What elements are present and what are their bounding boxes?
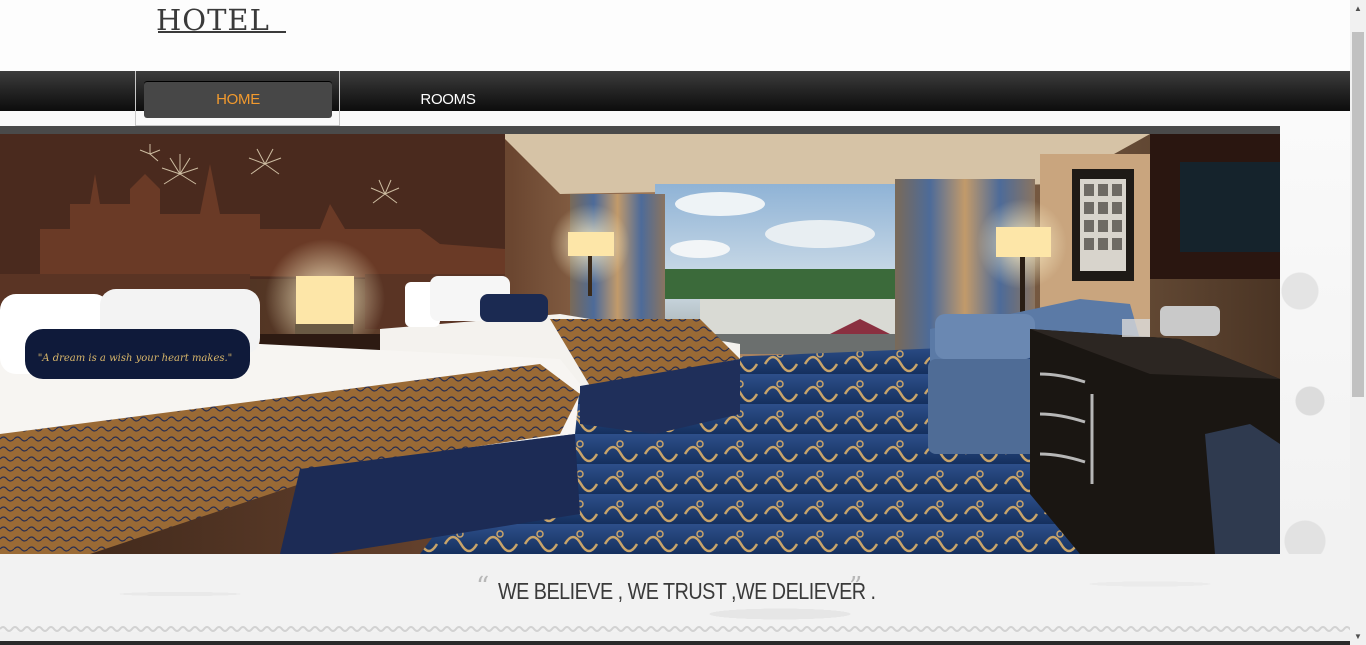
logo-underline	[158, 31, 286, 33]
nav-item-rooms[interactable]: ROOMS	[392, 81, 504, 118]
scroll-up-icon[interactable]: ▲	[1350, 0, 1366, 17]
hero-slider-image: "A dream is a wish your heart makes."	[0, 134, 1280, 554]
quote-close-icon: ”	[849, 572, 863, 602]
scrollbar-thumb[interactable]	[1352, 32, 1364, 397]
scroll-down-icon[interactable]: ▼	[1350, 628, 1366, 645]
footer-edge	[0, 641, 1350, 645]
tagline-text: WE BELIEVE , WE TRUST ,WE DELIEVER .	[498, 578, 876, 604]
vertical-scrollbar[interactable]: ▲ ▼	[1350, 0, 1366, 645]
wavy-divider	[0, 626, 1350, 632]
page: HOTEL HOME ROOMS "A dream is a wish your…	[0, 0, 1366, 645]
slider-top-bar	[0, 126, 1280, 134]
pillow-embroidery: "A dream is a wish your heart makes."	[38, 353, 233, 364]
site-header: HOTEL	[0, 0, 1350, 71]
nav-item-home[interactable]: HOME	[144, 81, 332, 118]
quote-open-icon: “	[476, 572, 490, 602]
